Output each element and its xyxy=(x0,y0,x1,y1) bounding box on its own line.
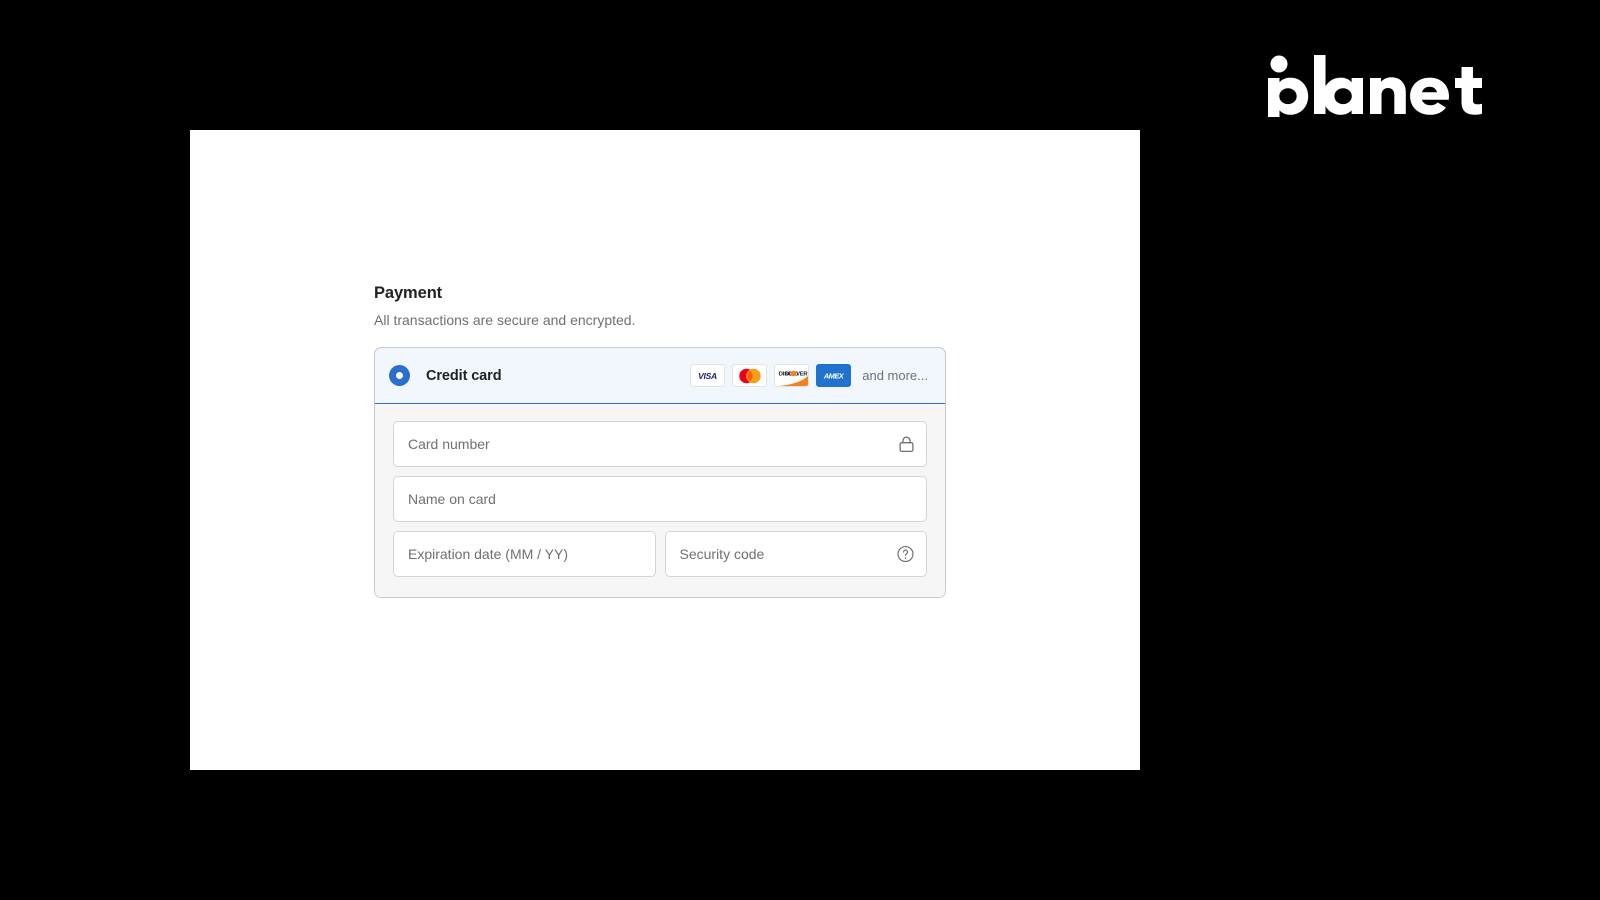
screen-root: Payment All transactions are secure and … xyxy=(0,0,1600,900)
radio-inner-dot xyxy=(396,372,403,380)
and-more-label: and more... xyxy=(862,368,928,384)
expiration-date-placeholder: Expiration date (MM / YY) xyxy=(408,546,569,563)
help-circle-icon[interactable] xyxy=(897,546,914,563)
expiry-security-row: Expiration date (MM / YY) Security code xyxy=(393,531,927,578)
radio-selected-icon[interactable] xyxy=(390,366,409,386)
visa-icon: VISA xyxy=(690,364,726,388)
name-on-card-placeholder: Name on card xyxy=(408,491,496,508)
card-number-field[interactable]: Card number xyxy=(393,421,927,468)
credit-card-form: Card number Name on card Expiration date… xyxy=(375,404,945,598)
mastercard-icon xyxy=(732,364,768,388)
payment-method-card: Credit card VISA DISC VER AMEX and more.… xyxy=(374,347,946,599)
payment-subtitle: All transactions are secure and encrypte… xyxy=(374,312,636,329)
payment-section: Payment All transactions are secure and … xyxy=(374,282,946,599)
checkout-panel: Payment All transactions are secure and … xyxy=(190,130,1140,770)
security-code-field[interactable]: Security code xyxy=(664,531,927,578)
payment-title: Payment xyxy=(374,284,443,302)
card-number-placeholder: Card number xyxy=(408,436,490,453)
discover-icon: DISC DISCOVER DISC VER xyxy=(774,364,810,388)
security-code-placeholder: Security code xyxy=(679,546,765,563)
svg-text:VER: VER xyxy=(796,372,808,378)
lock-icon xyxy=(899,436,914,453)
credit-card-label: Credit card xyxy=(426,367,502,384)
planet-logo xyxy=(1268,55,1488,117)
credit-card-option[interactable]: Credit card VISA DISC VER AMEX and more.… xyxy=(375,348,945,405)
accepted-cards-row: VISA DISC VER AMEX and more... xyxy=(690,364,928,388)
svg-text:DISC: DISC xyxy=(779,372,793,378)
svg-text:AMEX: AMEX xyxy=(823,372,845,381)
svg-text:VISA: VISA xyxy=(698,371,717,381)
amex-icon: AMEX xyxy=(816,364,852,388)
name-on-card-field[interactable]: Name on card xyxy=(393,476,927,523)
expiration-date-field[interactable]: Expiration date (MM / YY) xyxy=(393,531,656,578)
